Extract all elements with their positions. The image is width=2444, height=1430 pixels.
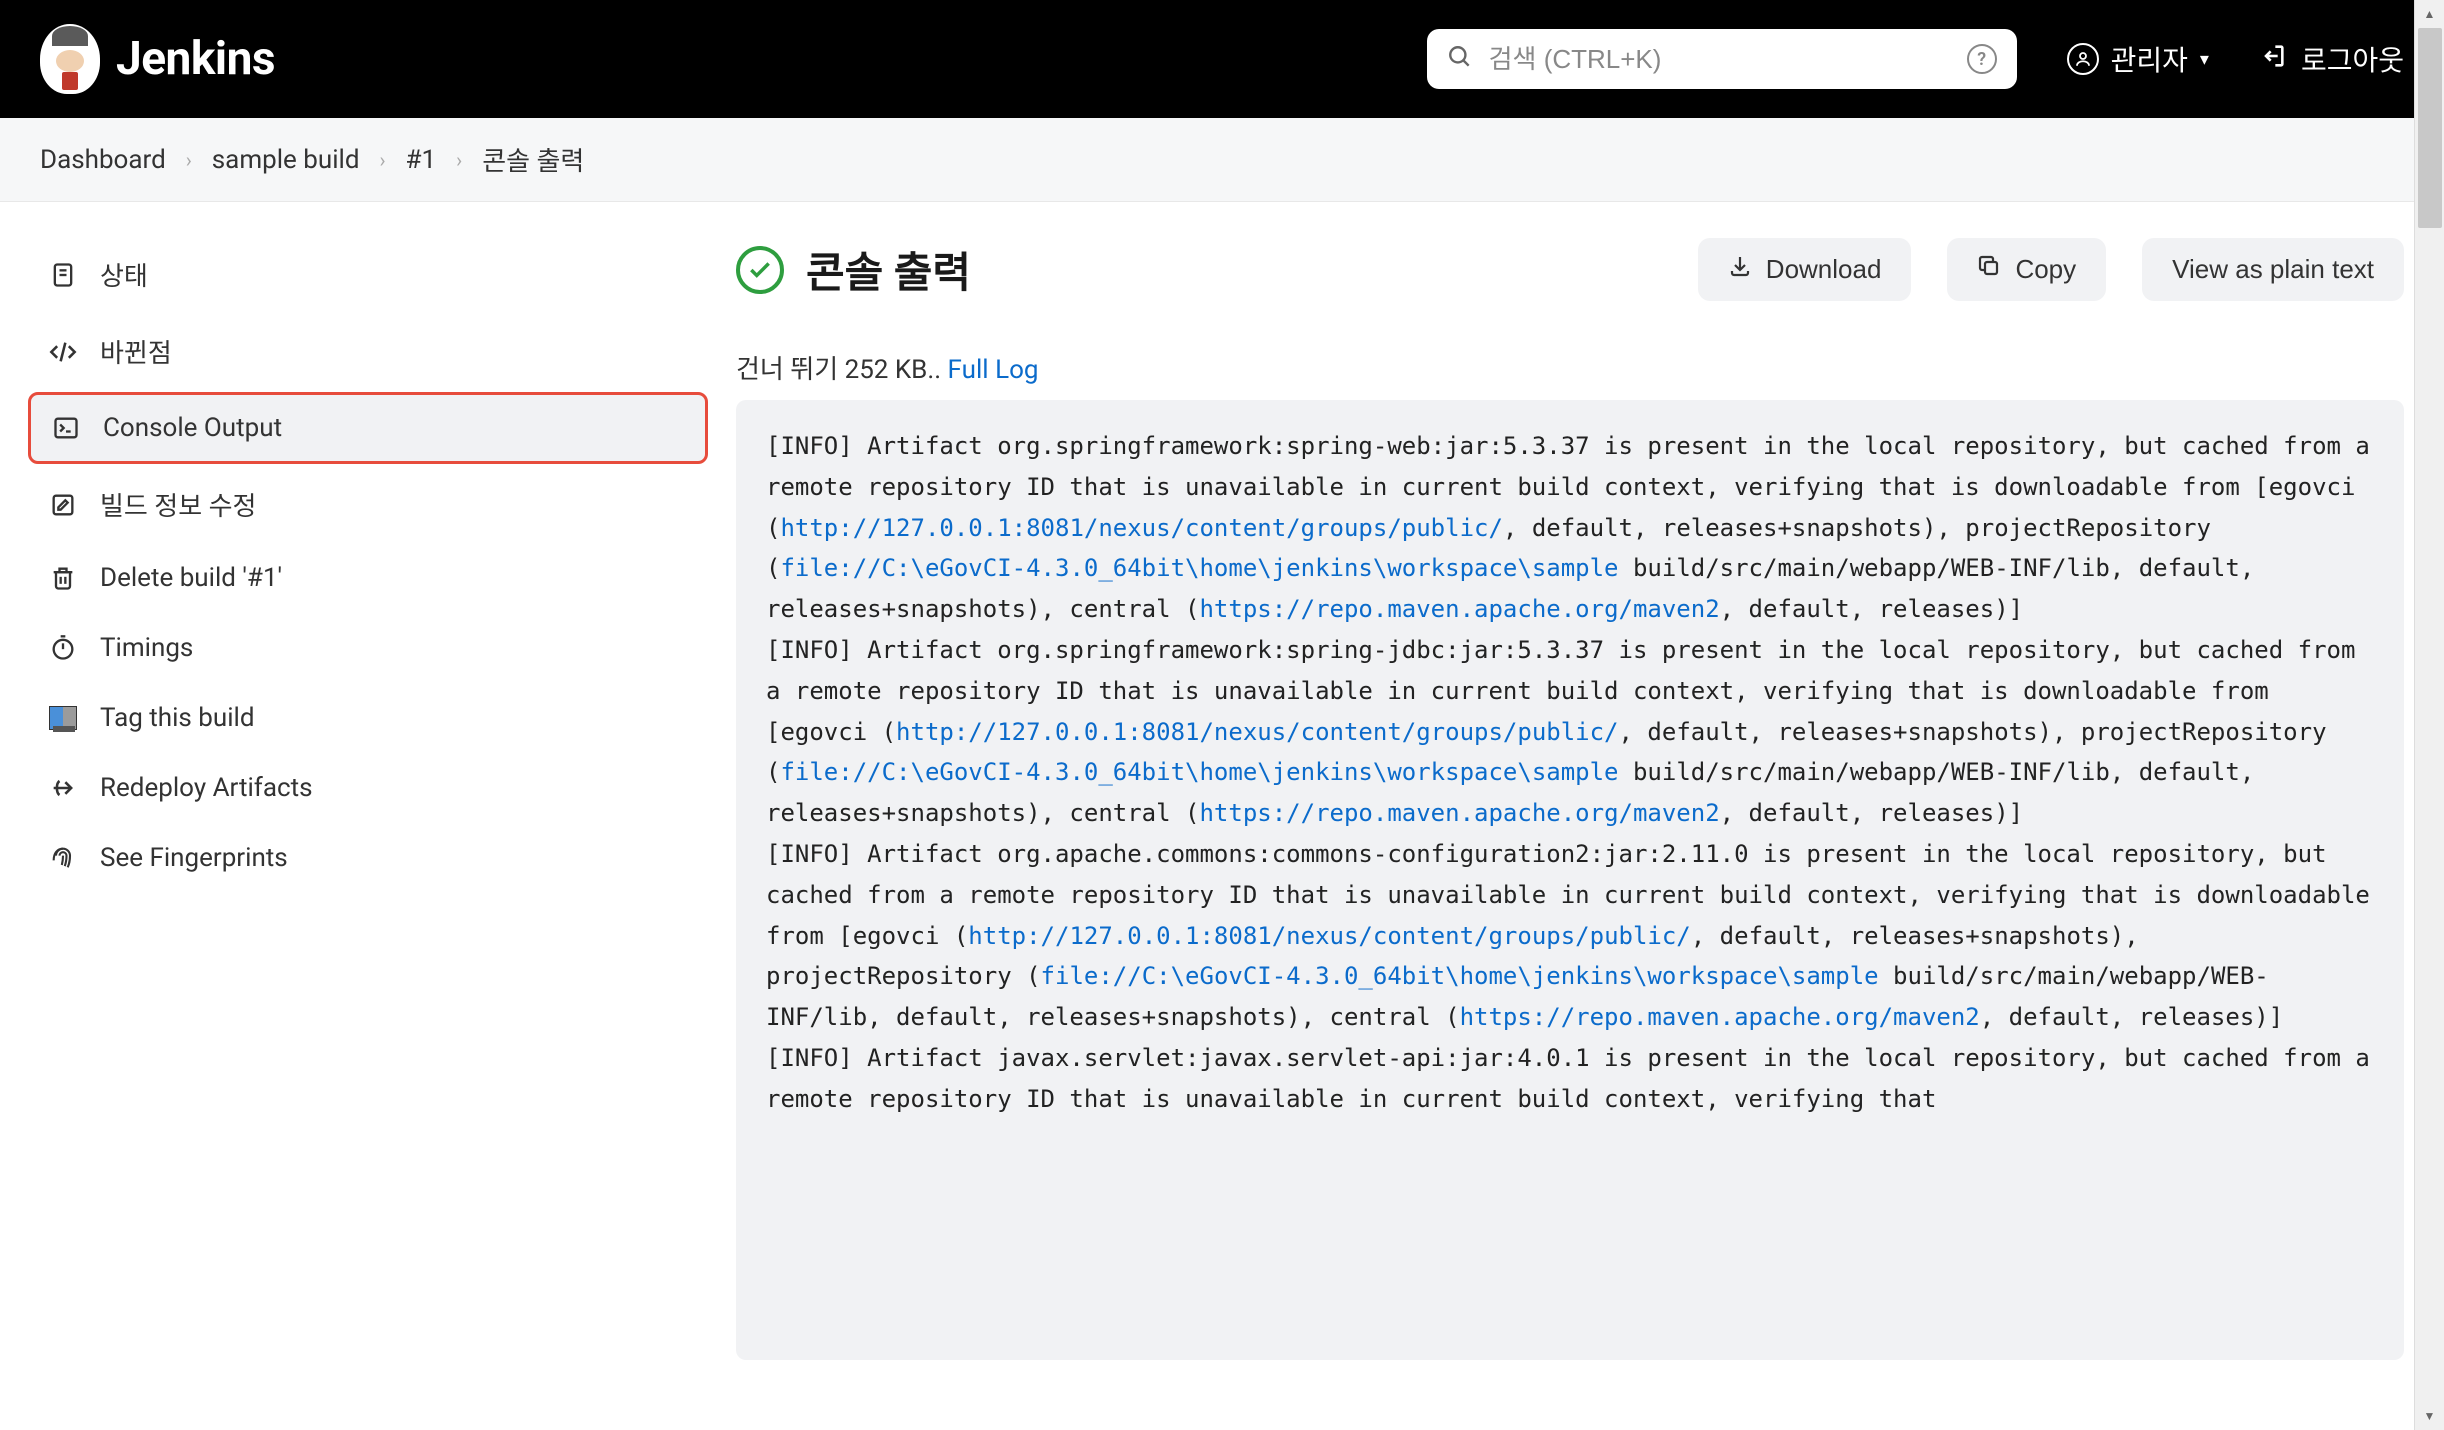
search-icon [1447, 44, 1473, 74]
chevron-down-icon: ▾ [2200, 49, 2209, 70]
copy-button[interactable]: Copy [1947, 238, 2106, 301]
search-box[interactable]: ? [1427, 29, 2017, 89]
breadcrumb-item[interactable]: 콘솔 출력 [482, 141, 584, 178]
scroll-down-icon[interactable]: ▼ [2415, 1402, 2444, 1430]
sidebar-item-edit-build-info[interactable]: 빌드 정보 수정 [28, 468, 708, 541]
sidebar-item-label: Tag this build [100, 703, 255, 733]
chevron-right-icon: › [380, 148, 386, 172]
page-title: 콘솔 출력 [806, 239, 1662, 300]
copy-icon [1977, 254, 2001, 285]
user-label: 관리자 [2111, 39, 2188, 79]
sidebar-item-label: Redeploy Artifacts [100, 773, 313, 803]
success-check-icon [736, 246, 784, 294]
console-link[interactable]: https://repo.maven.apache.org/maven2 [1460, 1003, 1980, 1031]
top-header: Jenkins ? 관리자 ▾ 로그아웃 [0, 0, 2444, 118]
console-link[interactable]: file://C:\eGovCI-4.3.0_64bit\home\jenkin… [780, 554, 1618, 582]
sidebar-item-console-output[interactable]: Console Output [28, 392, 708, 464]
console-link[interactable]: http://127.0.0.1:8081/nexus/content/grou… [896, 718, 1618, 746]
brand-logo[interactable]: Jenkins [40, 24, 275, 94]
breadcrumb-item[interactable]: Dashboard [40, 145, 166, 175]
user-icon [2067, 43, 2099, 75]
code-icon [48, 337, 78, 367]
console-link[interactable]: http://127.0.0.1:8081/nexus/content/grou… [968, 922, 1690, 950]
terminal-icon [51, 413, 81, 443]
sidebar-item-label: Timings [100, 633, 193, 663]
search-input[interactable] [1489, 44, 1951, 75]
sidebar-item-status[interactable]: 상태 [28, 238, 708, 311]
view-plain-text-button[interactable]: View as plain text [2142, 238, 2404, 301]
full-log-link[interactable]: Full Log [948, 355, 1039, 385]
help-icon[interactable]: ? [1967, 44, 1997, 74]
chevron-right-icon: › [456, 148, 462, 172]
redeploy-icon [48, 773, 78, 803]
sidebar-item-fingerprints[interactable]: See Fingerprints [28, 825, 708, 891]
breadcrumb-item[interactable]: #1 [406, 145, 437, 175]
breadcrumb: Dashboard › sample build › #1 › 콘솔 출력 [0, 118, 2444, 202]
jenkins-mascot-icon [40, 24, 100, 94]
sidebar-item-label: See Fingerprints [100, 843, 288, 873]
sidebar-item-changes[interactable]: 바뀐점 [28, 315, 708, 388]
sidebar-item-label: Delete build '#1' [100, 563, 282, 593]
brand-name: Jenkins [116, 32, 275, 86]
logout-icon [2259, 42, 2287, 77]
sidebar-item-redeploy-artifacts[interactable]: Redeploy Artifacts [28, 755, 708, 821]
logout-label: 로그아웃 [2301, 39, 2404, 79]
sidebar-item-label: 바뀐점 [100, 333, 172, 370]
logout-button[interactable]: 로그아웃 [2259, 39, 2404, 79]
browser-scrollbar[interactable]: ▲ ▼ [2414, 0, 2444, 1430]
console-link[interactable]: http://127.0.0.1:8081/nexus/content/grou… [780, 514, 1502, 542]
console-link[interactable]: file://C:\eGovCI-4.3.0_64bit\home\jenkin… [780, 758, 1618, 786]
trash-icon [48, 563, 78, 593]
pencil-icon [48, 490, 78, 520]
console-link[interactable]: https://repo.maven.apache.org/maven2 [1199, 595, 1719, 623]
console-output: [INFO] Artifact org.springframework:spri… [736, 400, 2404, 1360]
scroll-up-icon[interactable]: ▲ [2415, 0, 2444, 28]
console-link[interactable]: https://repo.maven.apache.org/maven2 [1199, 799, 1719, 827]
main-content: 콘솔 출력 Download Copy View as plain text 건… [736, 202, 2444, 1430]
breadcrumb-item[interactable]: sample build [212, 145, 360, 175]
sidebar-item-label: 상태 [100, 256, 148, 293]
sidebar-item-delete-build[interactable]: Delete build '#1' [28, 545, 708, 611]
download-button[interactable]: Download [1698, 238, 1912, 301]
user-menu[interactable]: 관리자 ▾ [2067, 39, 2209, 79]
scrollbar-thumb[interactable] [2418, 28, 2442, 228]
chevron-right-icon: › [186, 148, 192, 172]
sidebar-item-tag-build[interactable]: Tag this build [28, 685, 708, 751]
download-icon [1728, 254, 1752, 285]
console-link[interactable]: file://C:\eGovCI-4.3.0_64bit\home\jenkin… [1041, 962, 1879, 990]
document-icon [48, 260, 78, 290]
skip-info: 건너 뛰기 252 KB.. Full Log [736, 349, 2404, 386]
stopwatch-icon [48, 633, 78, 663]
sidebar-item-timings[interactable]: Timings [28, 615, 708, 681]
floppy-disk-icon [48, 703, 78, 733]
sidebar-item-label: Console Output [103, 413, 282, 443]
sidebar: 상태 바뀐점 Console Output 빌드 정보 수정 Delete bu… [0, 202, 736, 1430]
fingerprint-icon [48, 843, 78, 873]
sidebar-item-label: 빌드 정보 수정 [100, 486, 256, 523]
